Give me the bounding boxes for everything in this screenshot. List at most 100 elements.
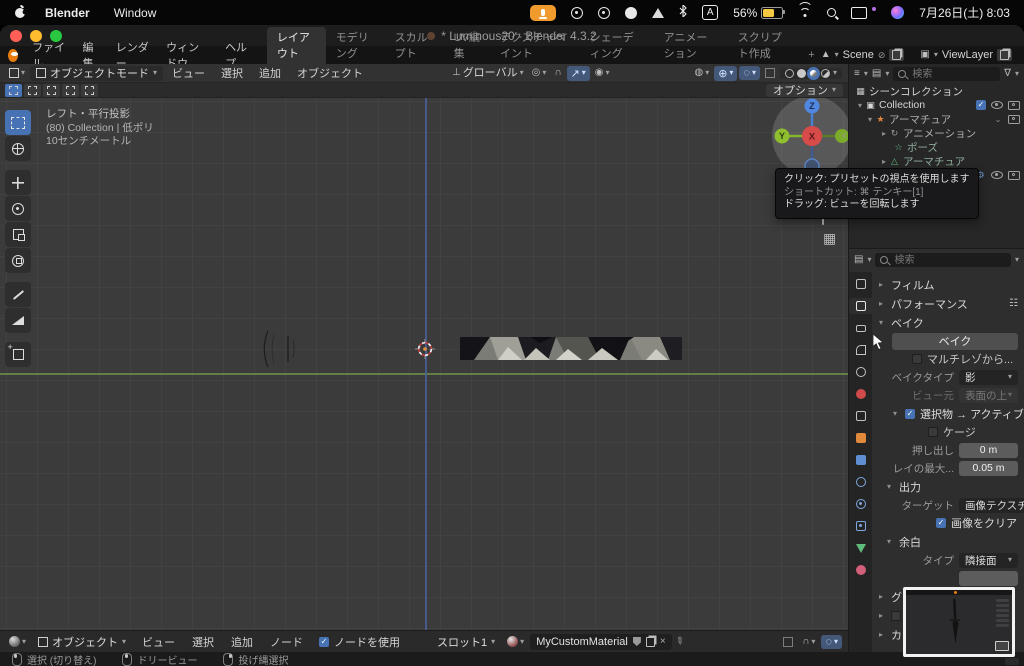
view-from-dropdown[interactable]: 表面の上 ▾ [959,387,1018,403]
sidebar-toggle-arrow[interactable]: ‹ [842,128,846,142]
outliner-row-collection[interactable]: ▾ ▣ Collection [849,98,1024,112]
tool-annotate[interactable] [5,282,31,307]
ray-distance-field[interactable]: 0.05 m [959,460,1018,476]
app-status-icon[interactable] [598,6,611,19]
menubar-clock[interactable]: 7月26日(土) 8:03 [919,4,1010,21]
tab-shading[interactable]: シェーディング [580,27,654,64]
tool-transform[interactable] [5,248,31,273]
use-nodes-toggle[interactable]: ノードを使用 [319,634,400,650]
target-dropdown[interactable]: 画像テクスチャ▾ [959,497,1024,513]
collection-checkbox[interactable] [976,100,986,110]
collapse-icon[interactable]: ⌄ [993,115,1003,124]
tab-physics[interactable] [849,496,872,512]
tab-modeling[interactable]: モデリング [326,27,385,64]
panel-output[interactable]: ▾ 出力 [876,477,1018,496]
shader-menu-view[interactable]: ビュー [135,634,182,650]
viewport-canvas[interactable]: レフト・平行投影 (80) Collection | 低ポリ 10センチメートル [0,98,848,630]
obs-menu-icon[interactable] [571,6,584,19]
bake-button[interactable]: ベイク [892,332,1018,350]
unlink-material-icon[interactable]: × [660,636,666,647]
tab-collection[interactable] [849,408,872,424]
lowpoly-object-outline[interactable] [258,327,302,371]
slot-dropdown[interactable]: スロット1 ▾ [431,634,502,649]
outliner-row-scene-collection[interactable]: ▦ シーンコレクション [849,84,1024,98]
select-mode-invert-button[interactable] [62,83,79,97]
viewlayer-selector[interactable]: ▣ ▾ ViewLayer [920,49,1013,61]
outliner-row-armature-data[interactable]: ▸ △ アーマチュア [849,154,1024,168]
scene-selector[interactable]: ▲ ▾ Scene ⊘ [821,49,905,61]
margin-size-field[interactable] [959,570,1018,586]
tool-scale[interactable] [5,222,31,247]
outliner-row-pose[interactable]: ☆ ポーズ [849,140,1024,154]
snap-settings-dropdown[interactable]: ↗ ▾ [566,65,590,81]
shader-snap-toggle[interactable] [780,636,796,647]
scene-name[interactable]: Scene [843,49,874,61]
show-overlays-toggle[interactable]: ◌ ▾ [739,66,760,80]
select-mode-intersect-button[interactable] [81,83,98,97]
cage-checkbox[interactable] [928,427,938,437]
shading-rendered-button[interactable] [821,68,830,78]
options-button[interactable]: オプション ▾ [765,83,843,97]
battery-indicator[interactable]: 56% [733,6,786,20]
select-mode-subtract-button[interactable] [43,83,60,97]
shading-wireframe-button[interactable] [785,68,794,78]
tab-uv-editing[interactable]: UV編集 [444,27,490,64]
shading-dropdown[interactable]: ▾ [833,69,837,77]
macos-window-menu[interactable]: Window [114,6,157,20]
show-gizmos-toggle[interactable]: ⊕ ▾ [714,65,738,81]
tool-measure[interactable] [5,308,31,333]
new-material-icon[interactable] [645,636,655,647]
fake-user-shield-icon[interactable] [632,637,641,646]
disable-render-icon[interactable] [1008,100,1020,110]
line-app-icon[interactable] [625,6,638,19]
editor-type-button[interactable]: ▾ [6,68,28,78]
shading-material-button[interactable] [807,66,820,80]
preset-menu-icon[interactable]: ☷ [1009,298,1018,309]
viewport-menu-add[interactable]: 追加 [252,65,288,81]
macos-app-menu[interactable]: Blender [45,6,90,20]
properties-search-input[interactable] [892,253,1006,267]
tab-object-data[interactable] [849,540,872,556]
wifi-icon[interactable] [797,2,814,18]
properties-editor-icon[interactable]: ▤ [854,255,863,265]
panel-bake[interactable]: ▾ ベイク [876,313,1018,332]
selected-to-active-checkbox[interactable] [905,408,915,419]
input-source-badge[interactable]: A [702,5,719,20]
panel-performance[interactable]: ▸ パフォーマンス ☷ [876,294,1018,313]
outliner-search-input[interactable] [910,67,996,81]
shader-menu-select[interactable]: 選択 [185,634,221,650]
tab-world[interactable] [849,386,872,402]
shader-overlays-toggle[interactable]: ◌ ▾ [821,634,842,649]
pivot-point-dropdown[interactable]: ◎ ▾ [529,68,550,78]
add-workspace-button[interactable]: + [802,47,820,64]
select-mode-set-button[interactable] [5,83,22,97]
tab-sculpting[interactable]: スカルプト [385,27,444,64]
3d-cursor[interactable] [415,339,435,359]
tool-move[interactable] [5,170,31,195]
clear-image-checkbox[interactable] [936,518,946,528]
transform-orientation-dropdown[interactable]: ⊥ グローバル ▾ [449,67,527,79]
tab-render[interactable] [849,298,872,314]
expand-icon[interactable]: ▾ [890,409,900,418]
blender-logo-icon[interactable] [8,48,19,62]
mode-dropdown[interactable]: オブジェクトモード ▾ [30,65,164,81]
select-mode-extend-button[interactable] [24,83,41,97]
viewport-menu-select[interactable]: 選択 [214,65,250,81]
apple-menu-icon[interactable] [14,4,28,22]
new-scene-button[interactable] [889,49,905,61]
filter-collection-icon[interactable]: ▤ [872,69,881,79]
tab-animation[interactable]: アニメーション [654,27,728,64]
tab-particles[interactable] [849,474,872,490]
tool-select-box[interactable] [5,110,31,135]
multires-checkbox[interactable] [912,354,922,364]
pin-icon[interactable]: ✎ [672,635,685,649]
expand-icon[interactable]: ▾ [865,115,875,124]
tab-texture-paint[interactable]: テクスチャペイント [490,27,580,64]
snap-toggle[interactable]: ∩ [551,68,564,78]
tab-layout[interactable]: レイアウト [266,27,326,64]
shader-menu-node[interactable]: ノード [263,634,310,650]
tab-view-layer[interactable] [849,342,872,358]
unlink-scene-icon[interactable]: ⊘ [878,50,886,61]
filter-funnel-icon[interactable]: ∇ [1004,69,1011,79]
bake-type-dropdown[interactable]: 影 ▾ [959,369,1018,385]
